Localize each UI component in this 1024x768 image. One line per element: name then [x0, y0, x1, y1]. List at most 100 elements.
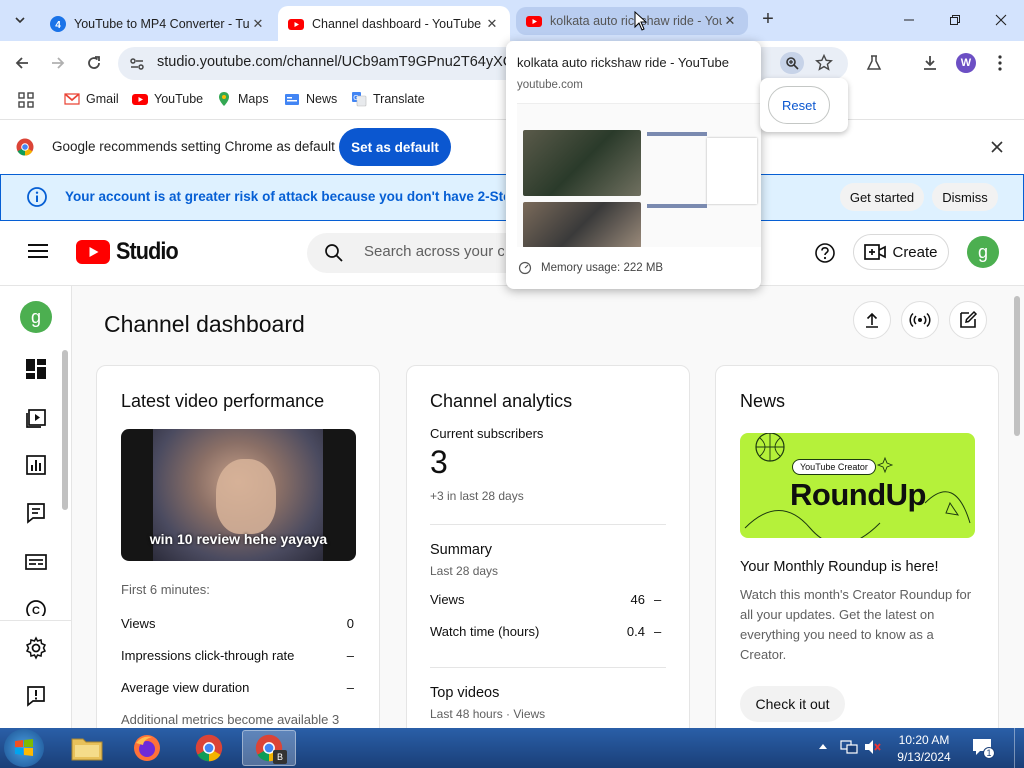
taskbar-chrome-profile[interactable]: B — [242, 730, 296, 766]
close-infobar-icon[interactable] — [990, 140, 1004, 154]
create-post-button[interactable] — [949, 301, 987, 339]
bookmark-news[interactable]: News — [284, 91, 337, 107]
sidebar-item-dashboard[interactable] — [24, 357, 48, 381]
tab-channel-dashboard[interactable]: Channel dashboard - YouTube S ✕ — [278, 6, 510, 41]
bookmark-star-icon[interactable] — [815, 54, 833, 72]
metric-value: – — [346, 680, 354, 695]
tab-search-button[interactable] — [10, 10, 30, 30]
sidebar-item-comments[interactable] — [24, 501, 48, 525]
profile-avatar[interactable]: W — [956, 53, 976, 73]
site-info-icon[interactable] — [128, 55, 146, 73]
sidebar-item-subtitles[interactable] — [24, 550, 48, 574]
metric-label: Average view duration — [121, 680, 250, 695]
svg-text:G: G — [353, 95, 358, 102]
reload-icon — [88, 56, 100, 69]
bookmark-label: YouTube — [154, 92, 204, 106]
close-icon — [995, 14, 1007, 26]
show-desktop-button[interactable] — [1014, 728, 1024, 768]
new-tab-button[interactable]: + — [758, 9, 778, 30]
analytics-icon — [26, 455, 46, 475]
chrome-icon — [195, 734, 223, 762]
close-window-button[interactable] — [978, 0, 1024, 40]
news-body: Watch this month's Creator Roundup for a… — [740, 587, 972, 662]
profile-badge-icon: B — [273, 750, 287, 764]
sidebar-item-content[interactable] — [24, 405, 48, 429]
default-browser-message: Google recommends setting Chrome as defa… — [52, 139, 335, 154]
labs-flask-icon[interactable] — [865, 54, 883, 72]
get-started-button[interactable]: Get started — [840, 183, 924, 211]
clock-date[interactable]: 9/13/2024 — [890, 750, 958, 764]
bookmark-youtube[interactable]: YouTube — [132, 91, 203, 107]
go-live-button[interactable] — [901, 301, 939, 339]
menu-kebab-icon[interactable] — [997, 55, 1003, 71]
upload-icon — [866, 312, 878, 328]
action-center-icon[interactable]: 1 — [972, 738, 995, 759]
hover-card-domain: youtube.com — [517, 79, 583, 91]
news-banner[interactable]: YouTube Creator RoundUp — [740, 433, 975, 538]
info-icon — [26, 186, 48, 208]
close-icon[interactable]: ✕ — [484, 16, 500, 32]
set-as-default-button[interactable]: Set as default — [339, 128, 451, 166]
close-icon[interactable]: ✕ — [722, 13, 738, 29]
page-scrollbar[interactable] — [1014, 296, 1020, 436]
sidebar-item-analytics[interactable] — [24, 453, 48, 477]
channel-avatar[interactable]: g — [20, 301, 52, 333]
youtube-logo-icon — [76, 240, 110, 264]
taskbar-chrome[interactable] — [182, 730, 236, 766]
gear-icon — [25, 636, 47, 660]
forward-button[interactable] — [46, 51, 70, 75]
minimize-icon — [904, 19, 914, 21]
clock-time[interactable]: 10:20 AM — [890, 733, 958, 747]
url-text[interactable]: studio.youtube.com/channel/UCb9amT9GPnu2… — [157, 54, 507, 70]
taskbar-file-explorer[interactable] — [60, 730, 114, 766]
create-video-icon — [864, 244, 887, 260]
chrome-logo-icon — [16, 138, 34, 156]
tab-hover-card: kolkata auto rickshaw ride - YouTube you… — [506, 41, 761, 289]
close-icon[interactable]: ✕ — [250, 16, 266, 32]
sidebar-item-feedback[interactable] — [24, 684, 48, 708]
tab-converter[interactable]: 4 YouTube to MP4 Converter - Tu ✕ — [40, 6, 276, 41]
preview-thumb — [523, 202, 641, 247]
news-icon — [285, 94, 299, 105]
restore-button[interactable] — [932, 0, 978, 40]
account-avatar[interactable]: g — [967, 236, 999, 268]
avatar-initial: g — [977, 241, 988, 262]
video-thumbnail[interactable]: win 10 review hehe yayaya — [121, 429, 356, 561]
copyright-icon: C — [26, 600, 46, 616]
bookmark-gmail[interactable]: Gmail — [64, 91, 119, 107]
zoom-icon[interactable] — [780, 52, 804, 74]
arrow-right-icon — [52, 57, 65, 69]
card-title: News — [740, 391, 786, 411]
bookmark-translate[interactable]: G Translate — [351, 91, 425, 107]
help-icon[interactable] — [814, 242, 836, 264]
minimize-button[interactable] — [886, 0, 932, 40]
thumbnail-face — [216, 459, 276, 534]
converter-favicon: 4 — [50, 15, 66, 32]
first-minutes-label: First 6 minutes: — [121, 582, 210, 597]
reload-button[interactable] — [82, 51, 106, 75]
dashboard-icon — [26, 359, 46, 379]
download-icon[interactable] — [921, 54, 939, 72]
youtube-icon — [132, 94, 148, 105]
taskbar-firefox[interactable] — [120, 730, 174, 766]
create-button[interactable]: Create — [853, 234, 949, 270]
upload-video-button[interactable] — [853, 301, 891, 339]
hamburger-menu-icon[interactable] — [28, 243, 48, 259]
translate-icon: G — [352, 92, 367, 107]
dismiss-button[interactable]: Dismiss — [932, 183, 998, 211]
tab-kolkata-rickshaw[interactable]: kolkata auto rickshaw ride - You ✕ — [516, 7, 748, 35]
show-hidden-icons[interactable] — [818, 742, 828, 750]
start-button[interactable] — [4, 729, 44, 767]
volume-muted-icon[interactable] — [864, 739, 882, 755]
reset-zoom-button[interactable]: Reset — [768, 86, 830, 124]
apps-grid-icon[interactable] — [18, 92, 34, 108]
check-it-out-button[interactable]: Check it out — [740, 686, 845, 722]
network-icon[interactable] — [840, 739, 858, 755]
sidebar-scrollbar[interactable] — [62, 350, 68, 510]
sidebar-item-settings[interactable] — [24, 636, 48, 660]
restore-icon — [950, 15, 960, 25]
bookmark-maps[interactable]: Maps — [216, 91, 269, 107]
sidebar-item-copyright[interactable]: C — [24, 598, 48, 616]
studio-logo[interactable]: Studio — [76, 238, 185, 266]
back-button[interactable] — [10, 51, 34, 75]
